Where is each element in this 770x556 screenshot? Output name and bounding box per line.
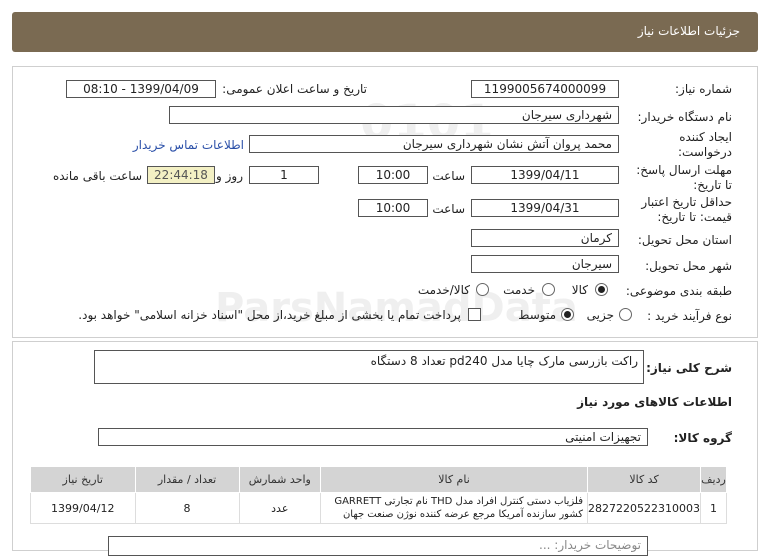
row-date: 1399/04/12 xyxy=(30,492,136,524)
summary-text: راکت بازرسی مارک چایا مدل pd240 تعداد 8 … xyxy=(370,354,638,368)
row-qty: 8 xyxy=(134,492,240,524)
purchase-medium-radio[interactable] xyxy=(561,308,574,321)
validity-date-field: 1399/04/31 xyxy=(471,199,619,217)
announce-field: 1399/04/09 - 08:10 xyxy=(66,80,216,98)
creator-label-line1: ایجاد کننده xyxy=(679,130,732,144)
row-code: 2827220522310003 xyxy=(587,492,702,524)
category-goods-label: کالا xyxy=(571,283,588,297)
buyer-notes-box: توضیحات خریدار: ... xyxy=(108,536,648,556)
category-service-label: خدمت xyxy=(503,283,535,297)
validity-label-line1: حداقل تاریخ اعتبار xyxy=(641,195,732,209)
remaining-time-field: 22:44:18 xyxy=(147,166,215,184)
deadline-time-label: ساعت xyxy=(432,169,465,183)
deadline-label-line1: مهلت ارسال پاسخ: xyxy=(636,163,732,177)
deadline-time-field: 10:00 xyxy=(358,166,428,184)
col-unit-header: واحد شمارش xyxy=(238,466,321,493)
row-unit: عدد xyxy=(238,492,321,524)
announce-label: تاریخ و ساعت اعلان عمومی: xyxy=(222,82,367,96)
purchase-minor-radio[interactable] xyxy=(619,308,632,321)
need-number-field: 1199005674000099 xyxy=(471,80,619,98)
table-header-row: ردیف کد کالا نام کالا واحد شمارش تعداد /… xyxy=(30,466,727,493)
need-number-label: شماره نیاز: xyxy=(675,82,732,96)
purchase-type-label: نوع فرآیند خرید : xyxy=(647,309,732,323)
creator-field: محمد پروان آتش نشان شهرداری سیرجان xyxy=(249,135,619,153)
treasury-payment-checkbox[interactable] xyxy=(468,308,481,321)
province-field: کرمان xyxy=(471,229,619,247)
goods-section-title: اطلاعات کالاهای مورد نیاز xyxy=(577,395,732,409)
creator-label-line2: درخواست: xyxy=(678,145,732,159)
category-goods-service-radio[interactable] xyxy=(476,283,489,296)
category-label: طبقه بندی موضوعی: xyxy=(625,284,732,298)
deadline-days-field: 1 xyxy=(249,166,319,184)
validity-time-label: ساعت xyxy=(432,202,465,216)
row-name: فلزیاب دستی کنترل افراد مدل THD نام تجار… xyxy=(319,492,589,524)
goods-group-label: گروه کالا: xyxy=(673,431,732,445)
col-row-header: ردیف xyxy=(700,466,727,493)
city-label: شهر محل تحویل: xyxy=(645,259,732,273)
deadline-label-line2: تا تاریخ: xyxy=(693,178,732,192)
city-field: سیرجان xyxy=(471,255,619,273)
category-service-radio[interactable] xyxy=(542,283,555,296)
row-number: 1 xyxy=(700,492,727,524)
buyer-org-label: نام دستگاه خریدار: xyxy=(637,110,733,124)
category-goods-radio[interactable] xyxy=(595,283,608,296)
col-name-header: نام کالا xyxy=(319,466,589,493)
goods-group-field: تجهیزات امنیتی xyxy=(98,428,648,446)
deadline-date-field: 1399/04/11 xyxy=(471,166,619,184)
col-code-header: کد کالا xyxy=(587,466,702,493)
summary-field: راکت بازرسی مارک چایا مدل pd240 تعداد 8 … xyxy=(94,350,644,384)
col-date-header: تاریخ نیاز xyxy=(30,466,136,493)
buyer-org-field: شهرداری سیرجان xyxy=(169,106,619,124)
treasury-payment-note: پرداخت تمام یا بخشی از مبلغ خرید،از محل … xyxy=(78,308,461,322)
goods-table: ردیف کد کالا نام کالا واحد شمارش تعداد /… xyxy=(30,466,727,524)
deadline-days-label: روز و xyxy=(216,169,243,183)
table-row: 1 2827220522310003 فلزیاب دستی کنترل افر… xyxy=(30,492,727,524)
purchase-medium-label: متوسط xyxy=(518,308,556,322)
province-label: استان محل تحویل: xyxy=(637,233,732,247)
buyer-contact-link[interactable]: اطلاعات تماس خریدار xyxy=(133,138,244,152)
validity-label-line2: قیمت: تا تاریخ: xyxy=(657,210,732,224)
page-title: جزئیات اطلاعات نیاز xyxy=(637,24,740,38)
purchase-minor-label: جزیی xyxy=(586,308,614,322)
col-qty-header: تعداد / مقدار xyxy=(134,466,240,493)
validity-time-field: 10:00 xyxy=(358,199,428,217)
category-goods-service-label: کالا/خدمت xyxy=(417,283,470,297)
buyer-notes-text: توضیحات خریدار: ... xyxy=(539,538,641,552)
page-header: جزئیات اطلاعات نیاز xyxy=(12,12,758,52)
remaining-time-label: ساعت باقی مانده xyxy=(52,169,142,183)
summary-label: شرح کلی نیاز: xyxy=(646,361,732,375)
